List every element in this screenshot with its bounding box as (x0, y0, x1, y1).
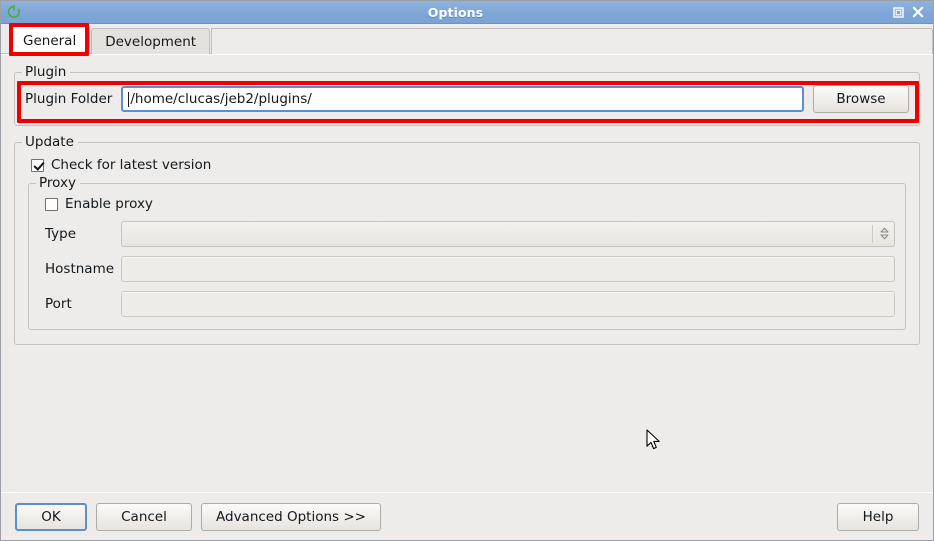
close-button[interactable] (909, 3, 927, 21)
tab-development-label: Development (105, 33, 197, 50)
browse-button-label: Browse (836, 91, 886, 107)
tab-general-label: General (23, 32, 77, 49)
browse-button[interactable]: Browse (813, 85, 909, 113)
chevron-updown-icon (879, 226, 890, 241)
jeb-ring-icon (5, 4, 22, 21)
plugin-folder-value: /home/clucas/jeb2/plugins/ (130, 91, 312, 107)
plugin-folder-row: Plugin Folder /home/clucas/jeb2/plugins/… (25, 85, 909, 113)
enable-proxy-row[interactable]: Enable proxy (45, 196, 895, 212)
proxy-type-label: Type (45, 225, 77, 242)
plugin-folder-label: Plugin Folder (25, 91, 113, 107)
text-caret (128, 91, 130, 107)
proxy-group: Proxy Enable proxy Type Hostname Port (28, 175, 906, 330)
proxy-port-label: Port (45, 295, 72, 312)
general-tab-panel: Plugin Plugin Folder /home/clucas/jeb2/p… (1, 54, 933, 492)
help-button[interactable]: Help (837, 502, 919, 531)
help-button-label: Help (862, 508, 894, 525)
advanced-options-button[interactable]: Advanced Options >> (201, 502, 381, 531)
proxy-port-input[interactable] (121, 290, 895, 317)
proxy-hostname-label: Hostname (45, 260, 115, 277)
tab-strip: General Development (1, 24, 933, 54)
mouse-cursor (646, 429, 662, 456)
proxy-type-row: Type (39, 220, 895, 247)
advanced-options-button-label: Advanced Options >> (216, 508, 366, 525)
check-latest-version-row[interactable]: Check for latest version (31, 157, 909, 173)
enable-proxy-checkbox[interactable] (45, 197, 58, 211)
proxy-type-combo[interactable] (121, 220, 895, 247)
dialog-button-bar: OK Cancel Advanced Options >> Help (1, 492, 933, 540)
update-group-title: Update (22, 134, 78, 150)
ok-button-label: OK (41, 508, 61, 525)
tab-development[interactable]: Development (91, 28, 211, 54)
tab-general[interactable]: General (9, 26, 91, 54)
window-title: Options (427, 4, 484, 20)
proxy-hostname-row: Hostname (39, 255, 895, 282)
proxy-hostname-input[interactable] (121, 255, 895, 282)
plugin-group: Plugin Plugin Folder /home/clucas/jeb2/p… (14, 64, 920, 126)
update-group: Update Check for latest version Proxy En… (14, 134, 920, 345)
check-latest-version-label: Check for latest version (51, 157, 212, 173)
plugin-folder-input[interactable]: /home/clucas/jeb2/plugins/ (121, 86, 804, 112)
title-bar: Options (1, 1, 933, 24)
cancel-button[interactable]: Cancel (96, 502, 192, 531)
ok-button[interactable]: OK (15, 502, 87, 531)
tab-strip-filler (211, 28, 933, 54)
proxy-port-row: Port (39, 290, 895, 317)
cancel-button-label: Cancel (121, 508, 167, 525)
enable-proxy-label: Enable proxy (65, 196, 153, 212)
check-latest-version-checkbox[interactable] (31, 158, 44, 172)
options-dialog-window: Options General Development Plugin Plugi… (0, 0, 934, 541)
proxy-group-title: Proxy (36, 175, 80, 191)
maximize-button[interactable] (889, 3, 907, 21)
plugin-group-title: Plugin (22, 64, 71, 80)
combo-separator (872, 224, 873, 243)
